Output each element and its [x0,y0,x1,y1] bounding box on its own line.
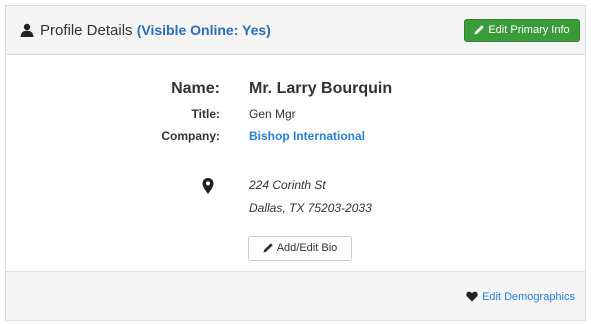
user-icon [20,23,34,42]
visible-online-status: (Visible Online: Yes) [136,22,271,38]
edit-demographics-link[interactable]: Edit Demographics [466,291,575,305]
edit-demographics-label: Edit Demographics [482,291,575,303]
add-edit-bio-button[interactable]: Add/Edit Bio [248,236,352,261]
panel-heading: Profile Details (Visible Online: Yes) Ed… [6,6,585,55]
company-link[interactable]: Bishop International [249,129,365,143]
pencil-icon [263,239,274,262]
title-label: Title: [191,107,220,121]
map-marker-icon [202,178,214,199]
address-line-1: 224 Corinth St [249,178,326,192]
edit-primary-info-button[interactable]: Edit Primary Info [464,19,580,42]
panel-title: Profile Details (Visible Online: Yes) [20,21,271,42]
address-line-2: Dallas, TX 75203-2033 [249,201,372,215]
name-value: Mr. Larry Bourquin [249,80,393,97]
edit-primary-info-label: Edit Primary Info [488,24,570,36]
pencil-icon [474,22,485,43]
title-value: Gen Mgr [249,107,296,121]
heart-icon [466,291,478,305]
add-edit-bio-label: Add/Edit Bio [276,242,338,254]
name-label: Name: [171,80,220,97]
panel-title-text: Profile Details [40,22,133,39]
company-label: Company: [161,129,220,143]
panel-footer: Edit Demographics [6,271,585,320]
profile-panel: Profile Details (Visible Online: Yes) Ed… [5,5,586,321]
